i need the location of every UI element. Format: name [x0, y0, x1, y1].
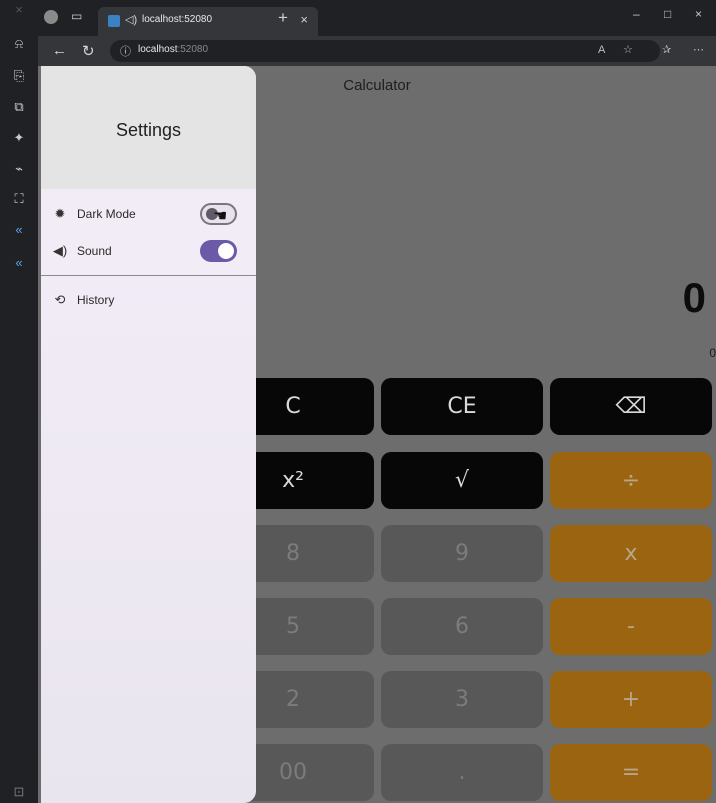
tab-actions-icon[interactable]: ▭ — [71, 9, 82, 23]
multiply-button[interactable]: x — [550, 525, 712, 582]
digit-9-button[interactable]: 9 — [381, 525, 543, 582]
display-value: 0 — [682, 274, 706, 321]
subtract-button[interactable]: - — [550, 598, 712, 655]
favorite-star-icon[interactable]: ☆ — [623, 43, 633, 56]
address-bar: ← ↻ ⓘ localhost:52080 A ☆ ✰ ⋯ — [38, 36, 716, 66]
url-field[interactable]: ⓘ localhost:52080 A ☆ — [110, 40, 660, 62]
sparkle-icon[interactable]: ✦ — [0, 130, 38, 146]
hand-cursor-icon: ☚ — [213, 208, 228, 225]
dark-mode-row[interactable]: ✹ Dark Mode ☚ — [41, 199, 256, 229]
maximize-button[interactable]: □ — [664, 7, 671, 21]
back-arrow-icon[interactable]: ← — [52, 42, 67, 59]
tab-bar: ▭ ◁) localhost:52080 × + – □ × — [38, 0, 716, 36]
new-tab-button[interactable]: + — [278, 8, 288, 28]
audio-icon[interactable]: ◁) — [125, 13, 137, 26]
history-icon: ⟲ — [54, 292, 66, 307]
tab-close-icon[interactable]: × — [300, 12, 308, 27]
divide-button[interactable]: ÷ — [550, 452, 712, 509]
profile-icon[interactable] — [44, 10, 58, 24]
speaker-icon: ◀) — [52, 243, 68, 258]
favicon-icon — [108, 15, 120, 27]
favorites-icon[interactable]: ✰ — [662, 43, 671, 56]
clear-entry-button[interactable]: CE — [381, 378, 543, 435]
digit-3-button[interactable]: 3 — [381, 671, 543, 728]
drawer-header: Settings — [41, 66, 256, 189]
screenshot-icon[interactable]: ⛶ — [0, 191, 38, 207]
add-button[interactable]: + — [550, 671, 712, 728]
sound-label: Sound — [77, 244, 112, 258]
close-sidebar-icon[interactable]: × — [0, 2, 38, 18]
browser-sidebar: × ⍾ ⎘ ⧉ ✦ ⌁ ⛶ « « ⊡ — [0, 0, 38, 803]
window-close-button[interactable]: × — [695, 7, 702, 21]
display-expression: 0 — [709, 346, 716, 360]
more-menu-icon[interactable]: ⋯ — [693, 43, 704, 56]
dark-mode-label: Dark Mode — [77, 207, 136, 221]
settings-small-icon[interactable]: ⊡ — [0, 784, 38, 800]
tab-title: localhost:52080 — [142, 14, 213, 25]
read-aloud-icon[interactable]: A — [598, 44, 605, 56]
history-row[interactable]: ⟲ History — [41, 285, 256, 315]
info-icon[interactable]: ⓘ — [120, 43, 131, 59]
collections-icon[interactable]: ⎘ — [0, 68, 38, 84]
drawer-title: Settings — [115, 120, 182, 140]
tag-icon[interactable]: ⌁ — [0, 161, 38, 177]
digit-6-button[interactable]: 6 — [381, 598, 543, 655]
notification-icon[interactable]: ⍾ — [0, 36, 38, 52]
flutter-icon-2[interactable]: « — [0, 255, 38, 271]
flutter-icon[interactable]: « — [0, 222, 38, 238]
sound-row[interactable]: ◀) Sound — [41, 236, 256, 266]
settings-drawer: Settings ✹ Dark Mode ☚ ◀) Sound ⟲ Histor… — [41, 66, 256, 803]
equals-button[interactable]: = — [550, 744, 712, 801]
toggle-knob — [218, 243, 234, 259]
drawer-divider — [41, 275, 256, 276]
sun-icon: ✹ — [54, 206, 66, 221]
history-label: History — [77, 293, 115, 307]
dark-mode-toggle[interactable]: ☚ — [200, 203, 237, 225]
sqrt-button[interactable]: √ — [381, 452, 543, 509]
sound-toggle[interactable] — [200, 240, 237, 262]
url-text: localhost:52080 — [138, 44, 209, 55]
backspace-button[interactable]: ⌫ — [550, 378, 712, 435]
refresh-icon[interactable]: ↻ — [82, 42, 95, 60]
copy-icon[interactable]: ⧉ — [0, 99, 38, 115]
decimal-button[interactable]: . — [381, 744, 543, 801]
minimize-button[interactable]: – — [633, 7, 640, 21]
